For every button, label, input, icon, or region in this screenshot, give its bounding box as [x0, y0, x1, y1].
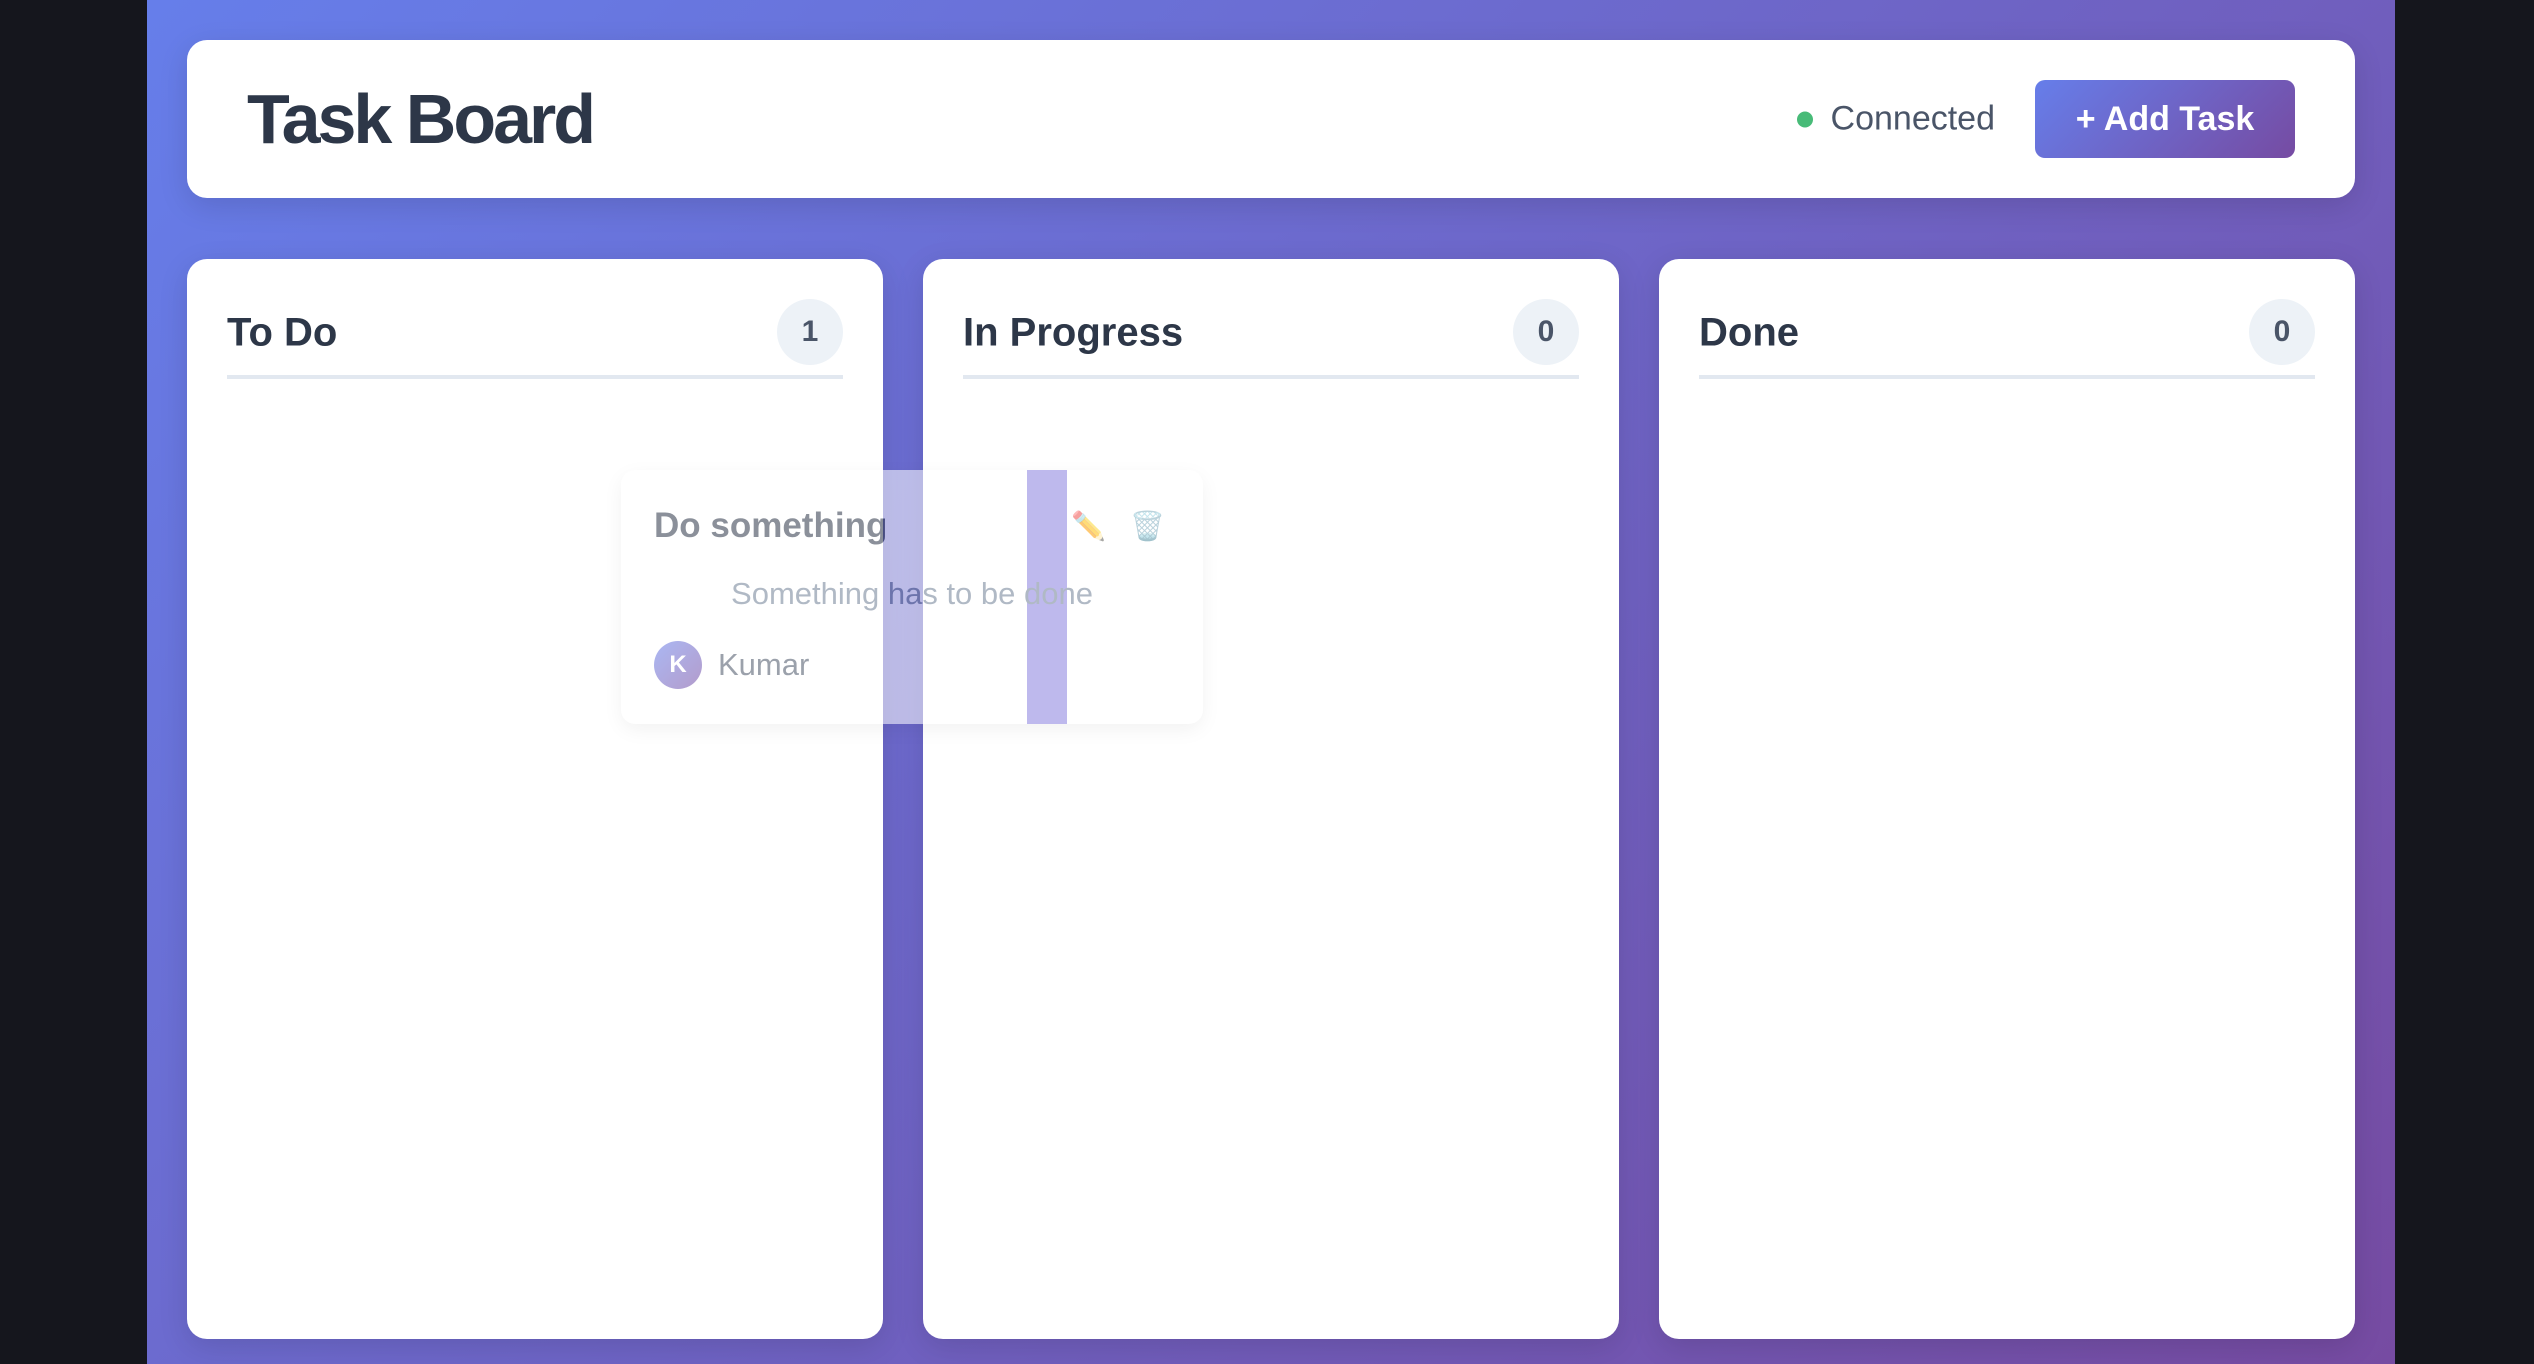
connection-status: Connected: [1796, 99, 1995, 139]
column-title: In Progress: [963, 310, 1184, 355]
column-title: Done: [1699, 310, 1799, 355]
column-count-badge: 0: [2249, 299, 2315, 365]
column-in-progress[interactable]: In Progress 0: [923, 259, 1619, 1339]
task-actions: ✏️ 🗑️: [1071, 510, 1165, 543]
column-count-badge: 0: [1513, 299, 1579, 365]
avatar: K: [654, 641, 702, 689]
status-dot-icon: [1796, 111, 1813, 127]
column-header: In Progress 0: [963, 299, 1579, 379]
column-header: Done 0: [1699, 299, 2315, 379]
column-done[interactable]: Done 0: [1659, 259, 2355, 1339]
status-label: Connected: [1830, 99, 1995, 138]
column-count-badge: 1: [777, 299, 843, 365]
column-header: To Do 1: [227, 299, 843, 379]
column-title: To Do: [227, 310, 338, 355]
task-description: Something has to be done: [731, 576, 1093, 611]
delete-icon[interactable]: 🗑️: [1130, 510, 1165, 543]
app-header: Task Board Connected + Add Task: [187, 40, 2355, 198]
column-todo[interactable]: To Do 1: [187, 259, 883, 1339]
task-card-dragging[interactable]: Do something ✏️ 🗑️ Something has to be d…: [621, 470, 1203, 724]
task-title: Do something: [654, 506, 888, 545]
app-background: Task Board Connected + Add Task To Do 1 …: [147, 0, 2395, 1364]
edit-icon[interactable]: ✏️: [1071, 510, 1106, 543]
page-title: Task Board: [247, 80, 596, 158]
task-assignee: K Kumar: [654, 641, 809, 689]
add-task-button[interactable]: + Add Task: [2035, 80, 2295, 158]
assignee-name: Kumar: [718, 647, 810, 682]
